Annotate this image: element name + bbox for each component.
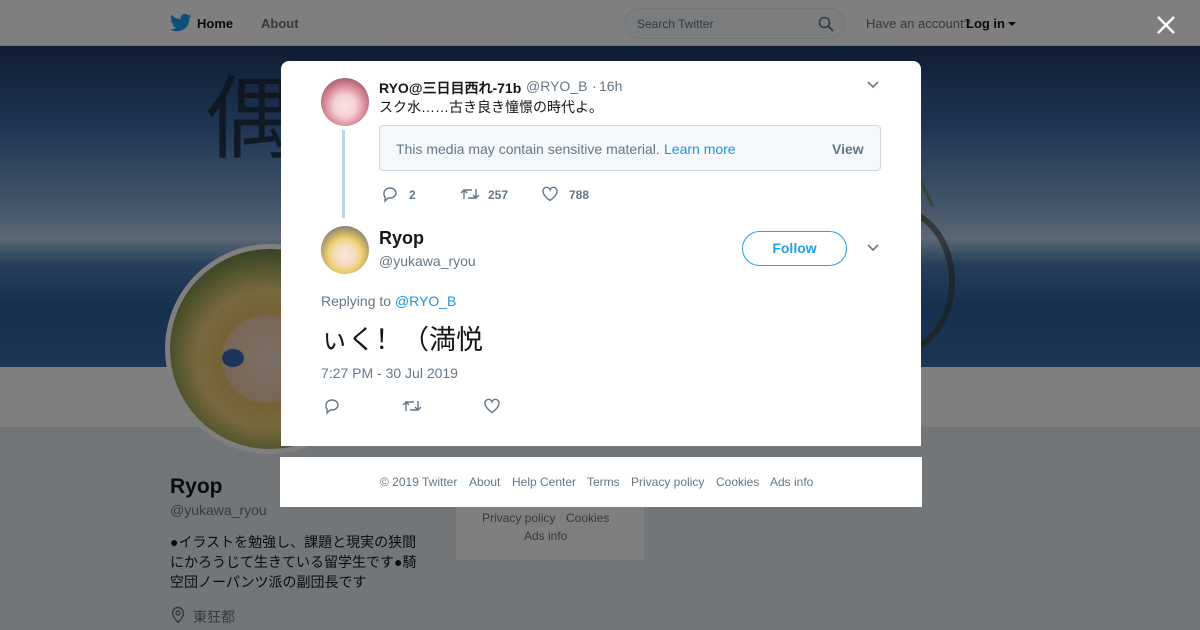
close-icon[interactable] xyxy=(1153,12,1179,38)
main-reply-button[interactable] xyxy=(323,397,343,415)
reply-icon xyxy=(383,187,397,203)
main-tweet-text: ぃく！（満悦 xyxy=(321,325,483,356)
retweet-icon xyxy=(402,401,422,411)
footer-ads-link[interactable]: Ads info xyxy=(770,475,813,489)
main-retweet-button[interactable] xyxy=(402,397,424,415)
follow-button[interactable]: Follow xyxy=(742,231,847,266)
reply-button[interactable]: 2 xyxy=(381,185,431,203)
footer-privacy-link[interactable]: Privacy policy xyxy=(631,475,704,489)
retweet-button[interactable]: 257 xyxy=(460,185,520,203)
chevron-down-icon[interactable] xyxy=(866,243,880,253)
heart-icon xyxy=(542,186,558,202)
parent-tweet-avatar[interactable] xyxy=(321,78,369,126)
main-tweet-author-name[interactable]: Ryop xyxy=(379,228,424,249)
modal-footer: © 2019 Twitter About Help Center Terms P… xyxy=(280,457,922,507)
footer-cookies-link[interactable]: Cookies xyxy=(716,475,759,489)
parent-tweet-author-name[interactable]: RYO@三日目西れ-71b xyxy=(379,78,521,98)
replying-to-line: Replying to @RYO_B xyxy=(321,293,456,309)
parent-tweet-author-handle[interactable]: @RYO_B xyxy=(526,78,587,94)
heart-icon xyxy=(484,398,500,414)
sensitive-media-warning: This media may contain sensitive materia… xyxy=(379,125,881,171)
like-count: 788 xyxy=(569,188,590,202)
footer-terms-link[interactable]: Terms xyxy=(587,475,620,489)
retweet-icon xyxy=(460,189,480,199)
replying-to-prefix: Replying to xyxy=(321,293,392,309)
parent-tweet-text: スク水……古き良き憧憬の時代よ。 xyxy=(379,99,603,115)
main-tweet-author-handle[interactable]: @yukawa_ryou xyxy=(379,253,476,269)
learn-more-link[interactable]: Learn more xyxy=(664,141,736,157)
parent-tweet-separator: · xyxy=(592,78,597,94)
retweet-count: 257 xyxy=(488,188,509,202)
sensitive-media-message: This media may contain sensitive materia… xyxy=(396,141,660,157)
thread-connector-line xyxy=(342,130,345,218)
footer-copyright: © 2019 Twitter xyxy=(380,475,458,489)
reply-icon xyxy=(325,399,339,415)
tweet-permalink-modal: RYO@三日目西れ-71b @RYO_B · 16h スク水……古き良き憧憬の時… xyxy=(281,61,921,446)
view-media-button[interactable]: View xyxy=(832,141,864,157)
footer-about-link[interactable]: About xyxy=(469,475,500,489)
chevron-down-icon[interactable] xyxy=(866,80,880,90)
reply-count: 2 xyxy=(409,188,416,202)
main-like-button[interactable] xyxy=(483,397,503,415)
parent-tweet-time[interactable]: 16h xyxy=(599,78,622,94)
main-tweet-timestamp[interactable]: 7:27 PM - 30 Jul 2019 xyxy=(321,365,458,381)
footer-help-link[interactable]: Help Center xyxy=(512,475,576,489)
main-tweet-avatar[interactable] xyxy=(321,226,369,274)
like-button[interactable]: 788 xyxy=(541,185,601,203)
replying-to-link[interactable]: @RYO_B xyxy=(395,293,456,309)
